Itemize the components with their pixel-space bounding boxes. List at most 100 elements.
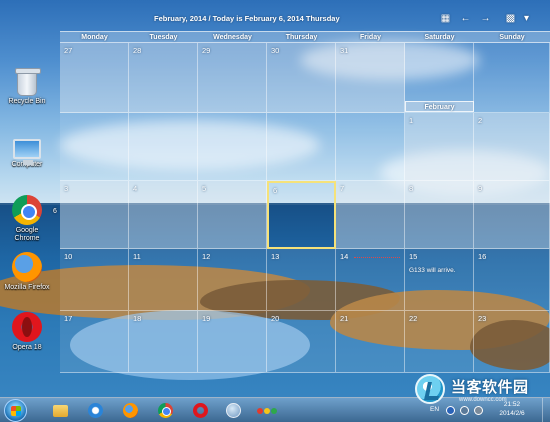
weekday-label: Wednesday [213,34,252,41]
calendar-day-cell[interactable]: 17 [60,311,129,373]
day-number: 21 [340,314,349,323]
calendar-day-cell[interactable]: 1 [405,113,474,181]
calendar-day-cell[interactable] [336,113,405,181]
day-number: 9 [478,184,483,193]
desktop-icon-label: Google Chrome [14,227,40,242]
taskbar-chrome[interactable] [150,401,180,420]
colorful-dots-icon [257,403,277,418]
calendar-day-cell[interactable] [198,113,267,181]
desktop-icon-opera[interactable]: Opera 18 [4,312,50,352]
desktop-icon-recycle-bin[interactable]: Recycle Bin [4,68,50,106]
weekday-label: Monday [81,34,108,41]
calendar-day-cell[interactable]: 29 [198,43,267,113]
calendar-day-cell[interactable]: 16 [474,249,550,311]
calendar-day-cell[interactable]: 12 [198,249,267,311]
calendar-day-cell[interactable]: 13 [267,249,336,311]
computer-icon [13,139,41,165]
opera-icon [12,312,42,342]
calendar-day-cell[interactable]: 15 G133 will arrive. [405,249,474,311]
windows-logo-icon [11,406,21,416]
calendar-day-cell[interactable]: 5 [198,181,267,249]
calendar-view-icon[interactable]: ▦ [439,12,452,25]
calendar-header: February, 2014 / Today is February 6, 20… [60,0,550,31]
calendar-day-cell[interactable]: 2 [474,113,550,181]
calendar-day-cell[interactable]: 19 [198,311,267,373]
taskbar-colorful-app[interactable] [252,401,282,420]
calendar-day-cell[interactable] [60,113,129,181]
desktop-icon-label: Recycle Bin [8,98,46,105]
settings-icon[interactable]: ▩ [504,12,517,25]
day-number: 2 [478,116,483,125]
calendar-day-cell[interactable] [129,113,198,181]
site-watermark: 当客软件园 www.downcc.com [415,370,550,410]
calendar-day-cell[interactable]: 27 [60,43,129,113]
watermark-logo-icon [415,374,445,404]
watermark-text: 当客软件园 [451,379,529,396]
weekday-label: Thursday [285,34,318,41]
calendar-day-cell-today[interactable]: 6 [267,181,336,249]
weekday-label: Friday [359,34,381,41]
weekday-label: Saturday [424,34,455,41]
calendar-day-cell[interactable]: 18 [129,311,198,373]
taskbar-internet-explorer[interactable] [80,401,110,420]
day-number: 29 [202,46,211,55]
day-number: 18 [133,314,142,323]
internet-explorer-icon [87,403,103,418]
calendar-grid: 27 28 29 30 31 1 2 3 4 5 6 7 8 9 10 11 12 13 14 15 G133 will… [60,43,550,373]
calendar-day-cell[interactable]: 14 [336,249,405,311]
day-number: 7 [340,184,345,193]
calendar-day-cell[interactable]: 21 [336,311,405,373]
calendar-day-cell[interactable]: 31 [336,43,405,113]
calendar-day-cell[interactable]: 28 [129,43,198,113]
day-number: 23 [478,314,487,323]
desktop-icon-chrome[interactable]: Google Chrome [4,195,50,243]
calendar-title: February, 2014 / Today is February 6, 20… [154,14,340,23]
calendar-day-cell[interactable]: 4 [129,181,198,249]
taskbar-explorer[interactable] [45,401,75,420]
day-number: 31 [340,46,349,55]
day-number: 1 [409,116,414,125]
calendar-day-cell[interactable]: 3 [60,181,129,249]
day-number: 20 [271,314,280,323]
calendar-day-cell[interactable]: 8 [405,181,474,249]
start-button[interactable] [4,399,27,422]
day-number: 27 [64,46,73,55]
day-number: 11 [133,252,141,261]
explorer-icon [52,404,68,417]
dropdown-chevron-icon[interactable]: ▾ [520,12,533,25]
calendar-day-cell[interactable]: 10 [60,249,129,311]
previous-month-arrow-icon[interactable]: ← [459,12,472,25]
calendar-day-cell[interactable]: 30 [267,43,336,113]
calendar-day-cell[interactable]: 11 [129,249,198,311]
taskbar-firefox[interactable] [115,401,145,420]
day-number: 13 [271,252,280,261]
day-number: 4 [133,184,138,193]
calendar-day-cell[interactable] [474,43,550,113]
day-number: 3 [64,184,69,193]
event-marker [354,257,400,258]
calendar-day-cell[interactable]: 23 [474,311,550,373]
day-number: 19 [202,314,211,323]
desktop-icon-computer[interactable]: Computer [4,135,50,169]
next-month-label: February [405,101,474,112]
day-number: 30 [271,46,280,55]
weekday-label: Tuesday [149,34,178,41]
firefox-icon [122,403,138,418]
taskbar-globe[interactable] [218,401,248,420]
desktop-icon-firefox[interactable]: Mozilla Firefox [4,252,50,292]
next-month-arrow-icon[interactable]: → [479,12,492,25]
calendar-day-cell[interactable] [267,113,336,181]
calendar-day-cell[interactable]: 22 [405,311,474,373]
calendar-day-cell[interactable]: 20 [267,311,336,373]
day-number: 28 [133,46,142,55]
calendar-day-cell[interactable]: 9 [474,181,550,249]
chrome-icon [157,403,173,418]
day-number: 16 [478,252,487,261]
weekday-header-row: Monday Tuesday Wednesday Thursday Friday Satu… [60,31,550,43]
day-number: 8 [409,184,414,193]
globe-icon [225,403,241,418]
clock-date: 2014/2/6 [499,410,525,417]
calendar-event[interactable]: G133 will arrive. [409,267,456,274]
calendar-day-cell[interactable]: 7 [336,181,405,249]
taskbar-opera[interactable] [185,401,215,420]
